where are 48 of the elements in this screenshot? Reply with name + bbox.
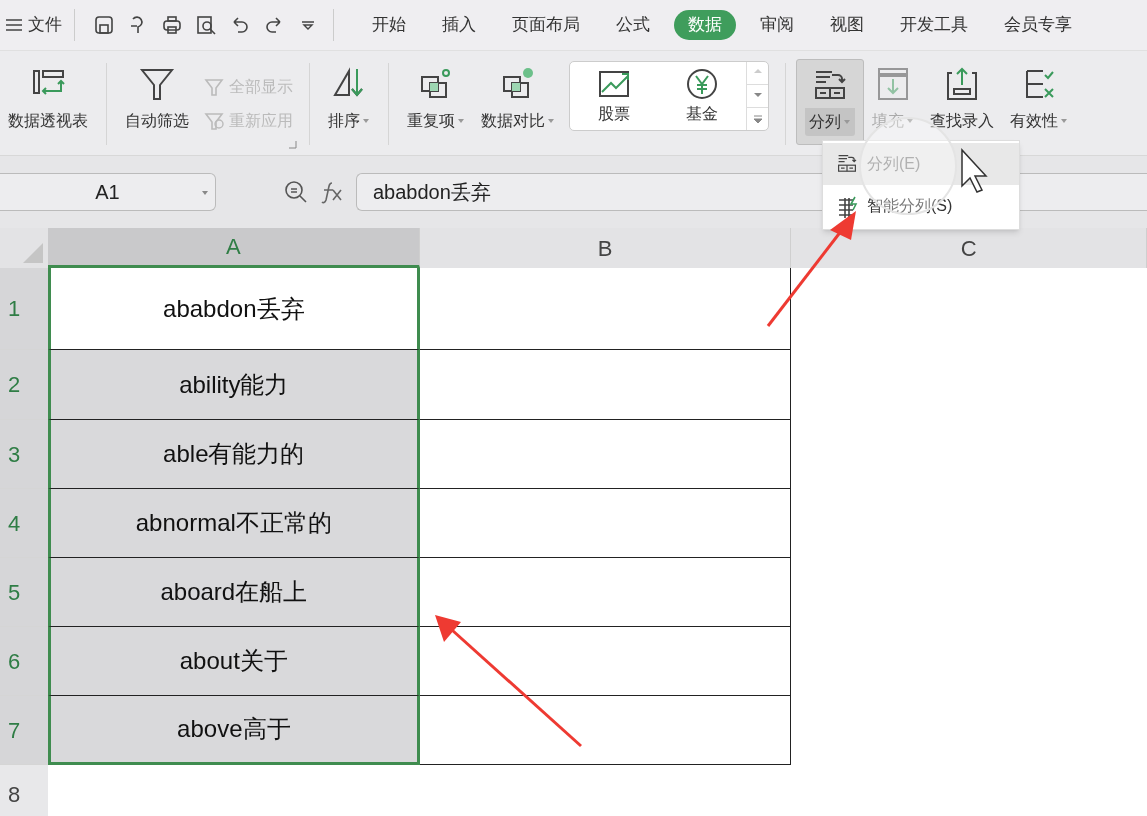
ribbon-button[interactable]: 有效性 xyxy=(1002,59,1076,145)
save-icon xyxy=(93,14,115,36)
file-menu[interactable]: 文件 xyxy=(0,8,74,42)
ribbon-button[interactable]: 自动筛选 xyxy=(117,59,197,145)
name-box[interactable]: A1 xyxy=(0,173,216,211)
ribbon-tab[interactable]: 公式 xyxy=(610,10,656,40)
menu-icon xyxy=(4,17,24,33)
table-cell[interactable]: ababdon丢弃 xyxy=(47,268,420,350)
ribbon-tab[interactable]: 开发工具 xyxy=(894,10,974,40)
search-icon xyxy=(284,180,308,204)
gallery-item[interactable]: 股票 xyxy=(570,62,658,130)
ribbon-tab[interactable]: 视图 xyxy=(824,10,870,40)
print-icon xyxy=(161,14,183,36)
ribbon-button[interactable]: 查找录入 xyxy=(922,59,1002,145)
caret-icon xyxy=(201,190,209,196)
ribbon-button[interactable]: 分列 xyxy=(796,59,864,145)
ribbon-button[interactable]: 排序 xyxy=(320,59,378,145)
cursor-icon xyxy=(961,148,988,193)
ribbon-tab[interactable]: 开始 xyxy=(366,10,412,40)
row-header[interactable]: 8 xyxy=(0,765,48,816)
table-cell[interactable]: aboard在船上 xyxy=(47,558,420,627)
ribbon-tab[interactable]: 插入 xyxy=(436,10,482,40)
ribbon-tab[interactable]: 会员专享 xyxy=(998,10,1078,40)
table-cell[interactable] xyxy=(419,558,792,627)
ribbon-button[interactable]: 数据透视表 xyxy=(0,59,96,145)
table-cell[interactable]: about关于 xyxy=(47,627,420,696)
launcher-icon xyxy=(289,141,297,149)
ribbon-tab[interactable]: 页面布局 xyxy=(506,10,586,40)
table-cell[interactable]: able有能力的 xyxy=(47,420,420,489)
table-cell[interactable] xyxy=(419,489,792,558)
table-cell[interactable] xyxy=(419,268,792,350)
ribbon-button[interactable]: 重复项 xyxy=(399,59,473,145)
table-cell[interactable] xyxy=(419,420,792,489)
table-cell[interactable] xyxy=(419,627,792,696)
table-cell[interactable] xyxy=(419,696,792,765)
table-cell[interactable]: above高于 xyxy=(47,696,420,765)
gallery-item[interactable]: 基金 xyxy=(658,62,746,130)
ribbon-button[interactable]: 数据对比 xyxy=(473,59,563,145)
row-header[interactable]: 3 xyxy=(0,420,48,489)
select-all-icon xyxy=(21,242,44,264)
ribbon-tab[interactable]: 审阅 xyxy=(754,10,800,40)
table-cell[interactable]: ability能力 xyxy=(47,350,420,420)
filter-icon xyxy=(203,76,225,98)
table-cell[interactable] xyxy=(419,350,792,420)
table-cell[interactable]: abnormal不正常的 xyxy=(47,489,420,558)
function-icon xyxy=(320,180,344,204)
filter-icon xyxy=(203,110,225,132)
preview-icon xyxy=(195,14,217,36)
